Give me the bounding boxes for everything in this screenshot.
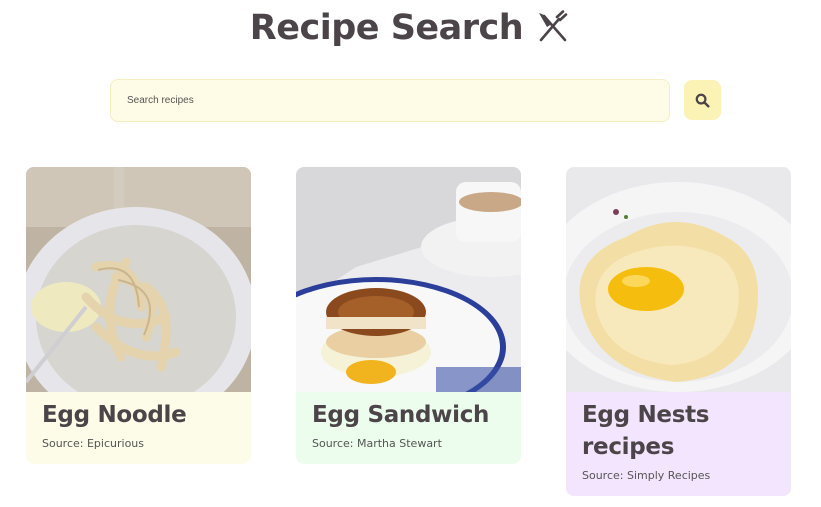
egg-sandwich-photo [296, 167, 521, 392]
recipe-source: Source: Epicurious [42, 437, 145, 450]
recipe-card[interactable]: Egg Noodle Source: Epicurious [26, 167, 251, 464]
recipe-card[interactable]: Egg Nests recipes Source: Simply Recipes [566, 167, 791, 496]
search-field[interactable] [110, 79, 670, 122]
page-header: Recipe Search [0, 4, 821, 52]
recipe-title: Egg Nests recipes [582, 402, 710, 460]
recipe-card[interactable]: Egg Sandwich Source: Martha Stewart [296, 167, 521, 464]
recipe-source: Source: Simply Recipes [582, 469, 711, 482]
search-icon [695, 93, 710, 108]
page-title: Recipe Search [249, 8, 524, 48]
egg-noodle-photo [26, 167, 251, 392]
search-input[interactable] [111, 80, 669, 121]
search-button[interactable] [684, 80, 721, 120]
recipe-title: Egg Noodle [42, 402, 187, 428]
egg-nests-photo [566, 167, 791, 392]
recipe-source: Source: Martha Stewart [312, 437, 442, 450]
recipe-title: Egg Sandwich [312, 402, 490, 428]
utensils-icon [539, 10, 568, 42]
